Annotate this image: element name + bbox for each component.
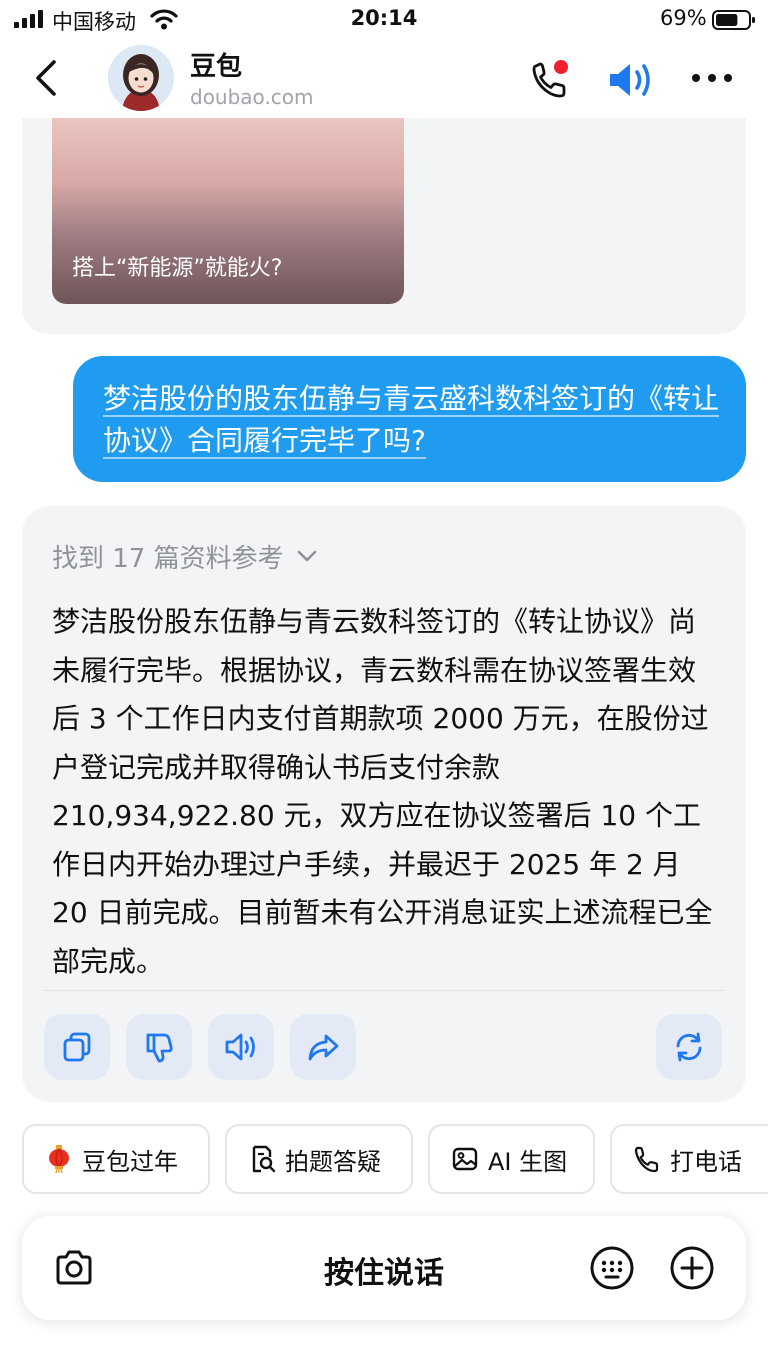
input-bar: 按住说话 (22, 1216, 746, 1320)
chat-title: 豆包 (190, 52, 243, 82)
bot-reply-text: 梦洁股份股东伍静与青云数科签订的《转让协议》尚未履行完毕。根据协议，青云数科需在… (52, 605, 713, 978)
news-card-caption: 搭上“新能源”就能火? (72, 256, 283, 281)
speaker-icon[interactable] (606, 58, 656, 102)
dislike-button[interactable] (126, 1014, 192, 1080)
regenerate-button[interactable] (656, 1014, 722, 1080)
previous-bot-message: 搭上“新能源”就能火? (22, 118, 746, 334)
copy-button[interactable] (44, 1014, 110, 1080)
chip-doubao-new-year[interactable]: 豆包过年 (22, 1124, 210, 1194)
thumbs-down-icon (146, 1033, 173, 1063)
speaker-outline-icon (225, 1033, 255, 1061)
status-bar: 中国移动 20:14 69% (0, 0, 768, 40)
avatar[interactable] (108, 45, 174, 111)
chip-label: 拍题答疑 (285, 1147, 381, 1176)
hold-to-talk-button[interactable]: 按住说话 (22, 1248, 746, 1292)
copy-icon (63, 1032, 91, 1062)
lantern-icon (49, 1145, 69, 1174)
suggestion-chips: 豆包过年 拍题答疑 AI 生图 打电话 (22, 1124, 768, 1194)
chat-subtitle: doubao.com (190, 85, 314, 109)
references-toggle[interactable]: 找到 17 篇资料参考 (52, 536, 318, 576)
battery-percentage: 69% (660, 6, 707, 30)
chip-label: 豆包过年 (82, 1147, 178, 1176)
share-arrow-icon (308, 1034, 339, 1061)
chip-photo-question[interactable]: 拍题答疑 (225, 1124, 413, 1194)
phone-call-icon[interactable] (528, 58, 572, 102)
plus-icon[interactable] (668, 1244, 716, 1292)
assistant-avatar-icon (108, 45, 174, 111)
user-message-bubble[interactable]: 梦洁股份的股东伍静与青云盛科数科签订的《转让协议》合同履行完毕了吗? (73, 356, 746, 482)
battery-icon (712, 10, 755, 30)
news-card[interactable]: 搭上“新能源”就能火? (52, 118, 404, 304)
chip-label: 打电话 (670, 1147, 742, 1176)
chip-label: AI 生图 (488, 1147, 568, 1176)
back-arrow-icon[interactable] (30, 58, 62, 98)
more-options-icon[interactable] (690, 68, 734, 88)
user-message-text: 梦洁股份的股东伍静与青云盛科数科签订的《转让协议》合同履行完毕了吗? (103, 382, 720, 459)
chevron-down-icon (297, 550, 316, 562)
keyboard-icon[interactable] (588, 1244, 636, 1292)
divider (44, 990, 724, 991)
phone-icon (634, 1146, 659, 1173)
references-label: 找到 17 篇资料参考 (52, 543, 284, 574)
refresh-icon (676, 1032, 702, 1062)
clock: 20:14 (350, 6, 418, 30)
read-aloud-button[interactable] (208, 1014, 274, 1080)
image-icon (452, 1147, 478, 1171)
chat-header: 豆包 doubao.com (0, 40, 768, 118)
document-search-icon (252, 1145, 276, 1173)
share-button[interactable] (290, 1014, 356, 1080)
bot-reply-bubble: 找到 17 篇资料参考 梦洁股份股东伍静与青云数科签订的《转让协议》尚未履行完毕… (22, 506, 746, 1102)
chip-ai-image[interactable]: AI 生图 (428, 1124, 595, 1194)
chip-phone-call[interactable]: 打电话 (610, 1124, 768, 1194)
